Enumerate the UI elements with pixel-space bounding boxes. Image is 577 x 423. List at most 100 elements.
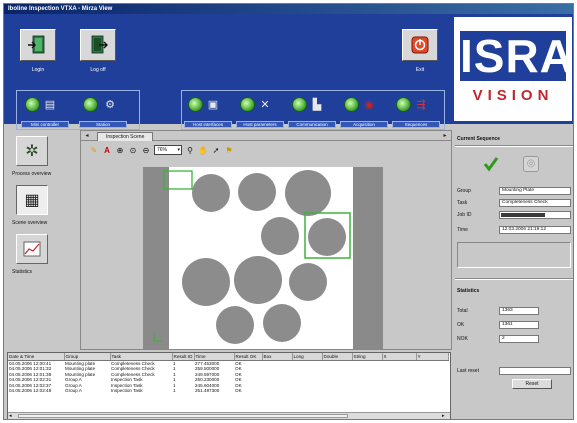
status-led-icon (344, 97, 359, 112)
status-led-icon (25, 97, 40, 112)
sidebar-item-label: Process overview (12, 171, 52, 177)
image-toolbar: ✎ A ⊕ ⊙ ⊖ 76% ▾ ⚲ ✋ ➚ ⚑ (89, 144, 449, 156)
text-tool-icon[interactable]: A (102, 145, 112, 155)
group-value: Mounting Plate (499, 187, 571, 195)
sidebar-item-scene-overview[interactable]: ▦ (16, 185, 48, 215)
zoom-out-icon[interactable]: ⊖ (141, 145, 151, 155)
column-header[interactable]: Double (322, 353, 353, 361)
inspection-image[interactable] (143, 167, 383, 349)
main-window: Iboline Inspection VTXA - Mirza View Log… (3, 3, 574, 420)
table-cell (322, 388, 352, 394)
sidebar-item-process-overview[interactable]: ✲ (16, 136, 48, 166)
company-logo: ISRA VISION (451, 14, 573, 124)
image-border-left (143, 167, 169, 349)
camera-icon: ◉ (364, 98, 374, 111)
column-header[interactable]: String (352, 353, 383, 361)
table-cell (262, 388, 292, 394)
sequences-button[interactable]: Sequences (392, 121, 440, 128)
task-label: Task (457, 200, 468, 206)
reset-button[interactable]: Reset (512, 379, 552, 389)
result-log: Date & Time Group Task Result ID Time Result … (7, 352, 451, 419)
hand-pan-icon[interactable]: ✋ (198, 145, 208, 155)
toolbar-group-config: ▣ Host interfaces ✕ Host parameters ▙ Co… (181, 90, 445, 130)
exit-label: Exit (415, 67, 425, 73)
computer-icon: ▣ (207, 98, 219, 111)
scroll-left-icon[interactable]: ◂ (9, 413, 15, 419)
zoom-in-icon[interactable]: ⊕ (115, 145, 125, 155)
jobid-progress (499, 211, 571, 219)
scrollbar-thumb[interactable] (18, 414, 348, 418)
column-header[interactable]: Group (64, 353, 111, 361)
column-header[interactable]: Y (416, 353, 449, 361)
station-button[interactable]: Station (79, 121, 127, 128)
column-header[interactable]: Box (262, 353, 293, 361)
table-cell (416, 388, 448, 394)
status-led-icon (188, 97, 203, 112)
exit-button[interactable] (402, 29, 438, 61)
last-reset-label: Last reset (457, 368, 479, 374)
inspection-image-svg (143, 167, 383, 349)
search-icon[interactable]: ⚲ (185, 145, 195, 155)
check-ok-icon (483, 157, 499, 172)
column-header[interactable]: X (382, 353, 417, 361)
zoom-select[interactable]: 76% ▾ (154, 145, 182, 155)
divider (455, 145, 573, 147)
nok-value: 2 (499, 335, 539, 343)
status-led-icon (396, 97, 411, 112)
sidebar-item-label: Scene overview (12, 220, 48, 226)
acquisition-button[interactable]: Acquisition (340, 121, 388, 128)
pending-icon: ◎ (523, 156, 539, 172)
settings-tool-icon[interactable]: ⚑ (224, 145, 234, 155)
host-interfaces-button[interactable]: Host interfaces (184, 121, 232, 128)
window-title: Iboline Inspection VTXA - Mirza View (4, 4, 573, 14)
time-label: Time (457, 227, 468, 233)
process-icon: ✲ (25, 143, 39, 160)
total-value: 1363 (499, 307, 539, 315)
status-led-icon (83, 97, 98, 112)
inspection-scene-panel: ◂ Inspection Scene ▸ ✎ A ⊕ ⊙ ⊖ 76% ▾ ⚲ ✋… (80, 130, 452, 350)
total-label: Total (457, 308, 468, 314)
status-led-icon (240, 97, 255, 112)
chevron-left-icon[interactable]: ◂ (83, 131, 91, 140)
host-parameters-button[interactable]: Host parameters (236, 121, 284, 128)
logoff-icon (91, 35, 108, 54)
chevron-right-icon[interactable]: ▸ (441, 131, 449, 140)
column-header[interactable]: Result ID (172, 353, 195, 361)
sidebar-item-label: Statistics (12, 269, 33, 275)
jobid-label: Job ID (457, 212, 472, 218)
login-icon (28, 35, 45, 54)
login-label: Login (31, 67, 45, 73)
zoom-value: 76% (157, 147, 168, 153)
column-header[interactable]: Result OK (234, 353, 263, 361)
table-cell (352, 388, 382, 394)
logoff-button[interactable] (80, 29, 116, 61)
sidebar-item-statistics[interactable] (16, 234, 48, 264)
scroll-right-icon[interactable]: ▸ (442, 413, 448, 419)
power-icon (411, 36, 429, 54)
network-icon: ▙ (312, 98, 322, 111)
image-border-right (353, 167, 383, 349)
communication-button[interactable]: Communication (288, 121, 336, 128)
pointer-icon[interactable]: ➚ (211, 145, 221, 155)
pencil-icon[interactable]: ✎ (89, 145, 99, 155)
horizontal-scrollbar[interactable]: ◂ ▸ (8, 412, 450, 419)
table-cell: 251.497300 (195, 388, 220, 393)
column-header[interactable]: Long (292, 353, 323, 361)
message-box (457, 242, 571, 268)
status-led-icon (292, 97, 307, 112)
last-reset-value (499, 367, 571, 375)
tab-inspection-scene[interactable]: Inspection Scene (97, 132, 154, 141)
logoff-label: Log off (90, 67, 106, 73)
sidebar: ✲ Process overview ▦ Scene overview Stat… (10, 130, 78, 348)
status-panel: Current Sequence ◎ Group Mounting Plate … (453, 130, 573, 389)
statistics-title: Statistics (457, 288, 480, 294)
table-cell: Group A (65, 388, 82, 393)
zoom-fit-icon[interactable]: ⊙ (128, 145, 138, 155)
column-header[interactable]: Task (110, 353, 173, 361)
column-header[interactable]: Time (194, 353, 235, 361)
login-button[interactable] (20, 29, 56, 61)
jobid-progress-fill (501, 213, 546, 217)
table-row[interactable]: 04.05.2006 12:02:48 Group A Inspection Tas… (8, 388, 448, 394)
mini-controller-button[interactable]: Mini controller (21, 121, 69, 128)
column-header[interactable]: Date & Time (8, 353, 65, 361)
